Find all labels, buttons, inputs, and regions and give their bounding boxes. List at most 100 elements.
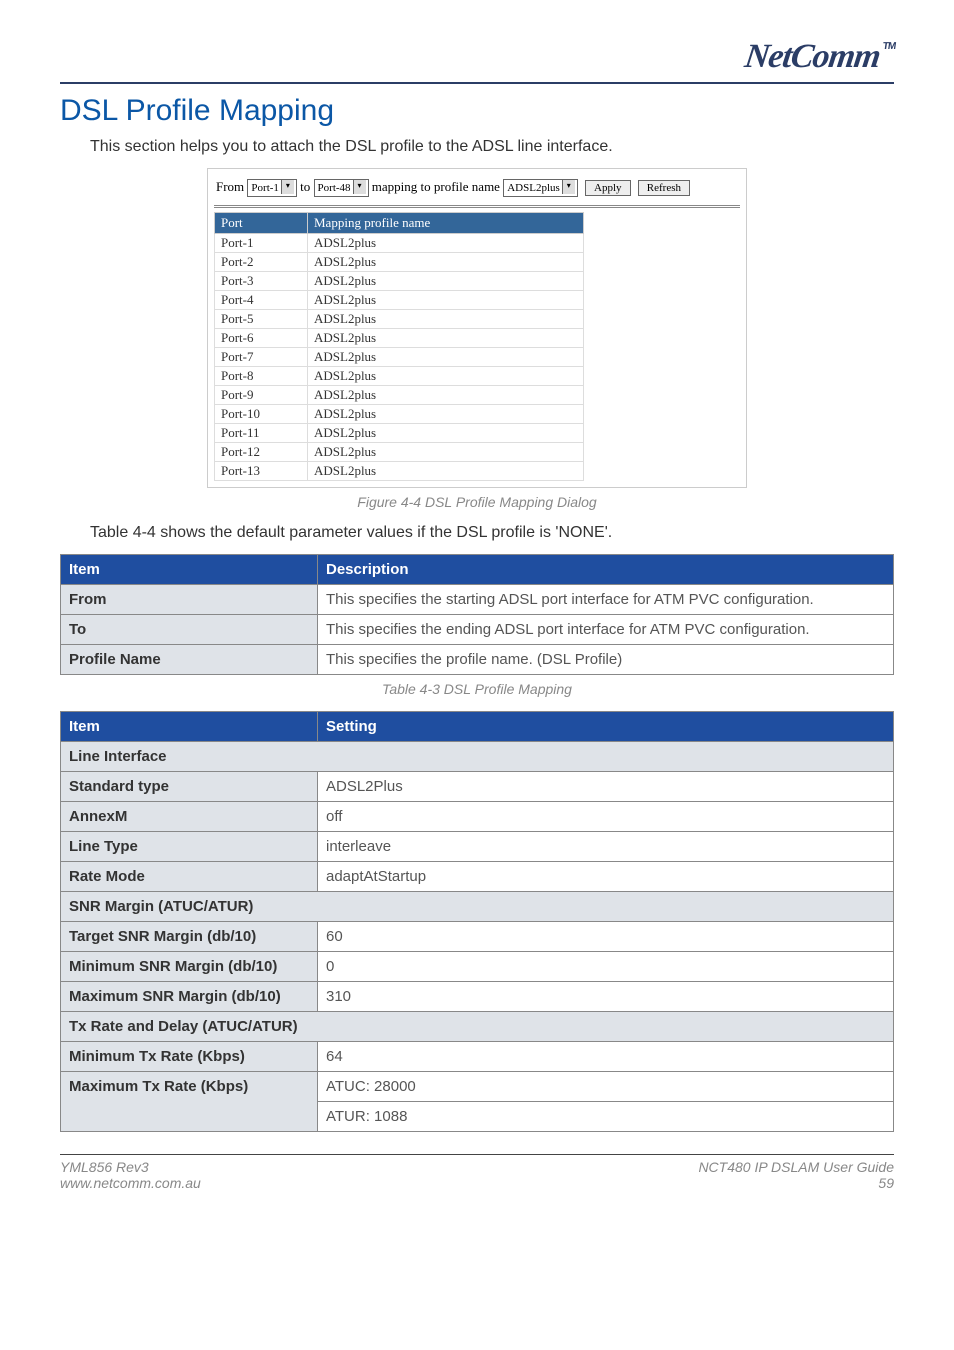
st-item: Minimum SNR Margin (db/10) xyxy=(61,952,318,982)
table-row: AnnexMoff xyxy=(61,802,894,832)
st-item: Line Type xyxy=(61,832,318,862)
table-row: Minimum SNR Margin (db/10)0 xyxy=(61,952,894,982)
page-title: DSL Profile Mapping xyxy=(60,94,894,128)
t43-item: To xyxy=(61,615,318,645)
st-head-item: Item xyxy=(61,712,318,742)
table-row: Port-4ADSL2plus xyxy=(215,291,584,310)
st-setting: ADSL2Plus xyxy=(318,772,894,802)
chevron-down-icon: ▾ xyxy=(353,180,366,194)
paragraph-2: Table 4-4 shows the default parameter va… xyxy=(90,524,894,542)
table-row: Port-7ADSL2plus xyxy=(215,348,584,367)
port-cell: Port-8 xyxy=(215,367,308,386)
table-row: Port-1ADSL2plus xyxy=(215,234,584,253)
table-row: Rate ModeadaptAtStartup xyxy=(61,862,894,892)
footer-page: 59 xyxy=(878,1175,894,1191)
header-divider xyxy=(60,82,894,84)
table-row: Profile NameThis specifies the profile n… xyxy=(61,645,894,675)
profile-cell: ADSL2plus xyxy=(308,424,584,443)
st-head-setting: Setting xyxy=(318,712,894,742)
port-cell: Port-2 xyxy=(215,253,308,272)
section-snr: SNR Margin (ATUC/ATUR) xyxy=(61,892,894,922)
figure-caption: Figure 4-4 DSL Profile Mapping Dialog xyxy=(60,494,894,510)
port-cell: Port-9 xyxy=(215,386,308,405)
port-cell: Port-7 xyxy=(215,348,308,367)
port-cell: Port-13 xyxy=(215,462,308,481)
profile-cell: ADSL2plus xyxy=(308,443,584,462)
table-4-3-caption: Table 4-3 DSL Profile Mapping xyxy=(60,681,894,697)
st-setting: interleave xyxy=(318,832,894,862)
brand-logo-text: NetComm xyxy=(743,38,883,75)
port-cell: Port-3 xyxy=(215,272,308,291)
st-setting: 0 xyxy=(318,952,894,982)
profile-cell: ADSL2plus xyxy=(308,462,584,481)
settings-table: Item Setting Line Interface Standard typ… xyxy=(60,711,894,1132)
port-mapping-table: Port Mapping profile name Port-1ADSL2plu… xyxy=(214,212,584,481)
mapping-label: mapping to profile name xyxy=(372,179,500,194)
to-label: to xyxy=(300,179,310,194)
table-row: ToThis specifies the ending ADSL port in… xyxy=(61,615,894,645)
table-row: Port-6ADSL2plus xyxy=(215,329,584,348)
t43-item: Profile Name xyxy=(61,645,318,675)
chevron-down-icon: ▾ xyxy=(562,180,575,194)
apply-button[interactable]: Apply xyxy=(585,180,631,196)
st-setting: 310 xyxy=(318,982,894,1012)
port-cell: Port-4 xyxy=(215,291,308,310)
t43-item: From xyxy=(61,585,318,615)
footer-rev: YML856 Rev3 xyxy=(60,1159,149,1175)
st-setting: ATUC: 28000 xyxy=(318,1072,894,1102)
table-row: Port-8ADSL2plus xyxy=(215,367,584,386)
port-cell: Port-12 xyxy=(215,443,308,462)
profile-cell: ADSL2plus xyxy=(308,272,584,291)
profile-cell: ADSL2plus xyxy=(308,367,584,386)
footer-url: www.netcomm.com.au xyxy=(60,1175,201,1191)
table-row: Port-2ADSL2plus xyxy=(215,253,584,272)
header-logo-area: NetComm TM xyxy=(60,40,894,78)
profile-cell: ADSL2plus xyxy=(308,253,584,272)
port-cell: Port-1 xyxy=(215,234,308,253)
footer-guide: NCT480 IP DSLAM User Guide xyxy=(698,1159,894,1175)
t43-head-item: Item xyxy=(61,555,318,585)
st-item: Maximum SNR Margin (db/10) xyxy=(61,982,318,1012)
profile-cell: ADSL2plus xyxy=(308,386,584,405)
trademark-icon: TM xyxy=(882,42,896,52)
table-row: Port-11ADSL2plus xyxy=(215,424,584,443)
st-setting: 60 xyxy=(318,922,894,952)
from-port-select[interactable]: Port-1▾ xyxy=(247,179,297,197)
t43-desc: This specifies the ending ADSL port inte… xyxy=(318,615,894,645)
st-setting: off xyxy=(318,802,894,832)
table-row: Port-3ADSL2plus xyxy=(215,272,584,291)
section-txrate: Tx Rate and Delay (ATUC/ATUR) xyxy=(61,1012,894,1042)
to-port-select[interactable]: Port-48▾ xyxy=(314,179,369,197)
st-item: Minimum Tx Rate (Kbps) xyxy=(61,1042,318,1072)
col-port: Port xyxy=(215,213,308,234)
section-line-interface: Line Interface xyxy=(61,742,894,772)
table-row: Port-12ADSL2plus xyxy=(215,443,584,462)
st-item: Standard type xyxy=(61,772,318,802)
profile-cell: ADSL2plus xyxy=(308,291,584,310)
table-row: Line Typeinterleave xyxy=(61,832,894,862)
st-item: Rate Mode xyxy=(61,862,318,892)
table-row: Maximum SNR Margin (db/10)310 xyxy=(61,982,894,1012)
dsl-mapping-dialog: From Port-1▾ to Port-48▾ mapping to prof… xyxy=(207,168,747,488)
page-footer: YML856 Rev3 www.netcomm.com.au NCT480 IP… xyxy=(60,1154,894,1191)
profile-name-select[interactable]: ADSL2plus▾ xyxy=(503,179,578,197)
table-row: Port-13ADSL2plus xyxy=(215,462,584,481)
t43-desc: This specifies the profile name. (DSL Pr… xyxy=(318,645,894,675)
brand-logo: NetComm TM xyxy=(743,40,896,74)
col-profile: Mapping profile name xyxy=(308,213,584,234)
dialog-controls-row: From Port-1▾ to Port-48▾ mapping to prof… xyxy=(214,175,740,208)
port-cell: Port-6 xyxy=(215,329,308,348)
profile-cell: ADSL2plus xyxy=(308,348,584,367)
profile-cell: ADSL2plus xyxy=(308,329,584,348)
table-row: Port-9ADSL2plus xyxy=(215,386,584,405)
t43-desc: This specifies the starting ADSL port in… xyxy=(318,585,894,615)
table-4-3: Item Description FromThis specifies the … xyxy=(60,554,894,675)
refresh-button[interactable]: Refresh xyxy=(638,180,690,196)
port-cell: Port-11 xyxy=(215,424,308,443)
intro-text: This section helps you to attach the DSL… xyxy=(90,138,894,156)
st-setting: 64 xyxy=(318,1042,894,1072)
table-row: FromThis specifies the starting ADSL por… xyxy=(61,585,894,615)
profile-cell: ADSL2plus xyxy=(308,405,584,424)
table-row: Port-10ADSL2plus xyxy=(215,405,584,424)
from-label: From xyxy=(216,179,244,194)
